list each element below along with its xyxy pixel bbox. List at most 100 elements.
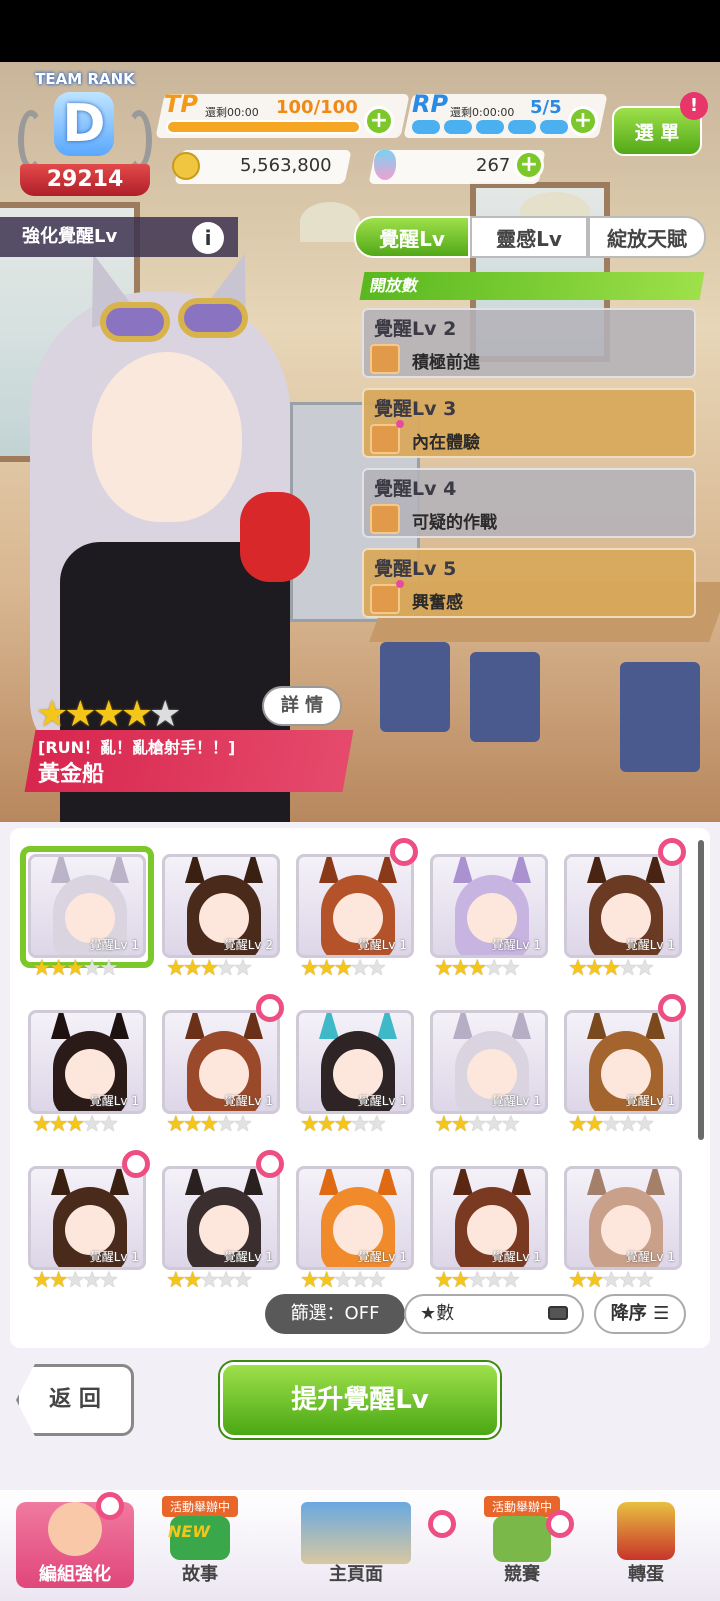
scrollbar[interactable] bbox=[698, 840, 704, 1140]
sort-order-button[interactable]: 降序 ☰ bbox=[594, 1294, 686, 1334]
character-portrait: 覺醒Lv 1 bbox=[430, 1166, 548, 1270]
star-icon: ★ bbox=[366, 956, 387, 981]
roster-card[interactable]: 覺醒Lv 1 ★★★★★ bbox=[20, 838, 154, 981]
star-icon: ★ bbox=[584, 1112, 605, 1137]
roster-card[interactable]: 覺醒Lv 1 ★★★★★ bbox=[430, 994, 548, 1137]
roster-card[interactable]: 覺醒Lv 1 ★★★★★ bbox=[564, 838, 686, 981]
roster-card[interactable]: 覺醒Lv 1 ★★★★★ bbox=[296, 994, 414, 1137]
awakening-level: 覺醒Lv 1 bbox=[89, 938, 139, 952]
star-icon: ★ bbox=[601, 956, 621, 981]
rarity-stars: ★★★★★ bbox=[166, 956, 253, 981]
star-icon: ★ bbox=[568, 1268, 588, 1293]
sort-label: ★數 bbox=[420, 1303, 455, 1324]
rp-segment bbox=[508, 120, 536, 134]
character-portrait: 覺醒Lv 1 bbox=[296, 854, 414, 958]
character-portrait: 覺醒Lv 1 bbox=[296, 1166, 414, 1270]
rarity-stars: ★★★★★ bbox=[434, 956, 521, 981]
star-icon: ★ bbox=[366, 1112, 387, 1137]
star-icon: ★ bbox=[568, 956, 588, 981]
star-icon: ★ bbox=[216, 956, 236, 981]
roster-card[interactable]: 覺醒Lv 1 ★★★★★ bbox=[28, 994, 146, 1137]
star-icon: ★ bbox=[65, 1112, 85, 1137]
notification-ring-icon bbox=[256, 1150, 284, 1178]
roster-card[interactable]: 覺醒Lv 1 ★★★★★ bbox=[296, 1150, 414, 1293]
coin-icon bbox=[172, 152, 200, 180]
nav-story[interactable]: 活動舉辦中 NEW 故事 bbox=[140, 1496, 260, 1588]
star-icon: ★ bbox=[584, 1268, 605, 1293]
filter-button[interactable]: 篩選：OFF bbox=[265, 1294, 405, 1334]
rarity-stars: ★★★★★ bbox=[300, 1112, 387, 1137]
event-tag: 活動舉辦中 bbox=[161, 1496, 239, 1517]
nav-label: 編組強化 bbox=[39, 1564, 111, 1585]
character-portrait: 覺醒Lv 1 bbox=[430, 854, 548, 958]
ear-icon bbox=[511, 1169, 531, 1195]
star-icon: ★ bbox=[350, 1112, 370, 1137]
notification-ring-icon bbox=[390, 838, 418, 866]
roster-card[interactable]: 覺醒Lv 1 ★★★★★ bbox=[564, 994, 686, 1137]
ear-icon bbox=[511, 857, 531, 883]
carat-value: 267 bbox=[476, 155, 511, 176]
star-icon: ★ bbox=[166, 1112, 186, 1137]
school-building-icon bbox=[301, 1502, 411, 1564]
roster-card[interactable]: 覺醒Lv 1 ★★★★★ bbox=[430, 838, 548, 981]
roster-card[interactable]: 覺醒Lv 2 ★★★★★ bbox=[162, 838, 280, 981]
roster-card[interactable]: 覺醒Lv 1 ★★★★★ bbox=[162, 1150, 284, 1293]
detail-button[interactable]: 詳 情 bbox=[262, 686, 342, 726]
awakening-level: 覺醒Lv 1 bbox=[357, 1094, 407, 1108]
star-icon: ★ bbox=[166, 956, 186, 981]
roster-card[interactable]: 覺醒Lv 1 ★★★★★ bbox=[430, 1150, 548, 1293]
team-rank-badge[interactable]: TEAM RANK D 29214 bbox=[10, 70, 160, 202]
skill-icon bbox=[370, 584, 400, 614]
star-icon: ★ bbox=[300, 1112, 320, 1137]
tp-plus-button[interactable]: + bbox=[364, 106, 394, 136]
star-icon: ★ bbox=[48, 1112, 69, 1137]
awakening-level-card[interactable]: 覺醒Lv 2 積極前進 bbox=[362, 308, 696, 378]
back-button[interactable]: 返 回 bbox=[16, 1364, 134, 1436]
sunglasses bbox=[100, 302, 170, 342]
notification-ring-icon bbox=[428, 1510, 456, 1538]
rarity-stars: ★★★★★ bbox=[166, 1268, 253, 1293]
rarity-stars: ★★★★★ bbox=[300, 956, 387, 981]
ear-icon bbox=[377, 1169, 397, 1195]
roster-card[interactable]: 覺醒Lv 1 ★★★★★ bbox=[162, 994, 284, 1137]
star-icon: ★ bbox=[618, 1112, 638, 1137]
awakening-level-card[interactable]: 覺醒Lv 3 內在體驗 bbox=[362, 388, 696, 458]
star-icon: ★ bbox=[500, 1268, 521, 1293]
star-icon: ★ bbox=[316, 1112, 337, 1137]
awakening-level-card[interactable]: 覺醒Lv 4 可疑的作戰 bbox=[362, 468, 696, 538]
rarity-stars: ★★★★★ bbox=[32, 1112, 119, 1137]
star-icon: ★ bbox=[32, 956, 52, 981]
sort-select[interactable]: ★數 bbox=[404, 1294, 584, 1334]
star-icon: ★ bbox=[98, 956, 119, 981]
carat-plus-button[interactable]: + bbox=[514, 150, 544, 180]
ear-icon bbox=[185, 1169, 205, 1195]
roster-card[interactable]: 覺醒Lv 1 ★★★★★ bbox=[564, 1150, 682, 1293]
upgrade-awakening-button[interactable]: 提升覺醒Lv bbox=[220, 1362, 500, 1438]
tab-inspiration-lv[interactable]: 靈感Lv bbox=[470, 216, 588, 258]
ear-icon bbox=[109, 1013, 129, 1039]
awakening-level-card[interactable]: 覺醒Lv 5 興奮感 bbox=[362, 548, 696, 618]
nav-home[interactable]: 主頁面 bbox=[266, 1502, 446, 1588]
ear-icon bbox=[51, 1013, 71, 1039]
star-icon: ★ bbox=[467, 956, 487, 981]
ear-icon bbox=[51, 1169, 71, 1195]
skill-icon bbox=[370, 424, 400, 454]
star-icon: ★ bbox=[316, 1268, 337, 1293]
awakening-level: 覺醒Lv 1 bbox=[89, 1250, 139, 1264]
nav-gacha[interactable]: 轉蛋 bbox=[586, 1502, 706, 1588]
ear-icon bbox=[453, 1169, 473, 1195]
star-icon: ★ bbox=[98, 1112, 119, 1137]
bottom-nav: 編組強化 活動舉辦中 NEW 故事 主頁面 活動舉辦中 競賽 轉蛋 bbox=[0, 1490, 720, 1601]
rarity-stars: ★★★★★ bbox=[32, 956, 119, 981]
roster-card[interactable]: 覺醒Lv 1 ★★★★★ bbox=[28, 1150, 150, 1293]
roster-card[interactable]: 覺醒Lv 1 ★★★★★ bbox=[296, 838, 418, 981]
rp-plus-button[interactable]: + bbox=[568, 106, 598, 136]
money-value: 5,563,800 bbox=[240, 155, 332, 176]
ear-icon bbox=[319, 857, 339, 883]
rarity-stars: ★★★★★ bbox=[434, 1112, 521, 1137]
ear-icon bbox=[319, 1169, 339, 1195]
tab-awakening-lv[interactable]: 覺醒Lv bbox=[354, 216, 470, 258]
tab-unique-talent[interactable]: 綻放天賦 bbox=[588, 216, 706, 258]
rp-segment bbox=[444, 120, 472, 134]
info-button[interactable]: i bbox=[192, 222, 224, 254]
